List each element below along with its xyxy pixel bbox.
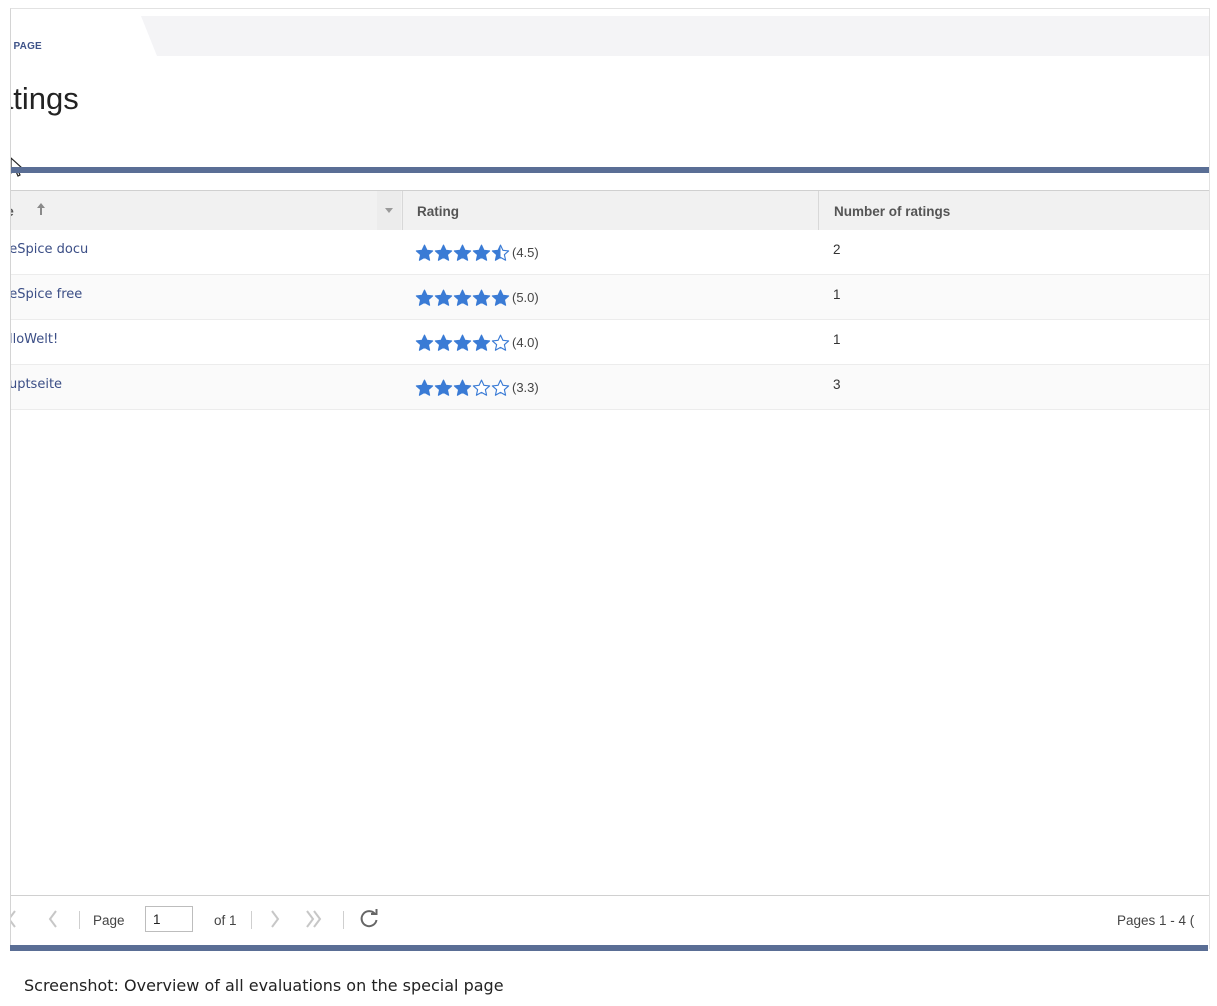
rating-cell: (5.0)	[415, 289, 539, 306]
table-row[interactable]: ueSpice docu (4.5) 2	[11, 230, 1209, 275]
grid-body: ueSpice docu (4.5) 2 ueSpice free (5.0) …	[11, 230, 1209, 410]
rating-cell: (3.3)	[415, 379, 539, 396]
star-empty-icon	[491, 379, 510, 396]
rating-count: 2	[833, 242, 841, 257]
screenshot-caption: Screenshot: Overview of all evaluations …	[24, 976, 504, 995]
star-full-icon	[472, 244, 491, 261]
tab-special-page[interactable]: AL PAGE	[11, 16, 157, 56]
table-row[interactable]: ueSpice free (5.0) 1	[11, 275, 1209, 320]
column-header-title-label: tle	[11, 204, 14, 219]
last-page-button[interactable]	[303, 908, 325, 930]
page-link[interactable]: alloWelt!	[11, 332, 58, 347]
toolbar-separator	[79, 911, 80, 929]
column-header-rating-label: Rating	[417, 204, 459, 219]
page-label: Page	[93, 913, 125, 928]
previous-page-button[interactable]	[45, 908, 61, 930]
page-count-label: of 1	[214, 913, 237, 928]
star-full-icon	[415, 289, 434, 306]
star-full-icon	[453, 334, 472, 351]
star-full-icon	[434, 379, 453, 396]
column-header-title[interactable]: tle	[11, 191, 403, 231]
page-link[interactable]: ueSpice docu	[11, 242, 88, 257]
page-title: atings	[11, 81, 79, 116]
star-rating	[415, 289, 510, 306]
rating-count: 1	[833, 287, 841, 302]
star-rating	[415, 244, 510, 261]
page-link[interactable]: auptseite	[11, 377, 62, 392]
sort-ascending-icon	[37, 203, 45, 215]
column-header-count-label: Number of ratings	[834, 204, 951, 219]
last-page-icon	[306, 910, 322, 928]
rating-value: (4.5)	[512, 245, 539, 260]
accent-bar	[11, 167, 1209, 173]
star-full-icon	[472, 334, 491, 351]
rating-cell: (4.5)	[415, 244, 539, 261]
star-full-icon	[453, 289, 472, 306]
refresh-button[interactable]	[358, 908, 380, 930]
grid-header: tle Rating Number of ratings	[11, 190, 1209, 232]
star-rating	[415, 334, 510, 351]
star-full-icon	[453, 379, 472, 396]
star-full-icon	[415, 379, 434, 396]
page-link[interactable]: ueSpice free	[11, 287, 82, 302]
star-full-icon	[434, 244, 453, 261]
table-row[interactable]: auptseite (3.3) 3	[11, 365, 1209, 410]
star-full-icon	[415, 334, 434, 351]
paging-toolbar: Page of 1 Pages 1 - 4 (	[11, 895, 1209, 944]
star-half-icon	[491, 244, 510, 261]
star-empty-icon	[491, 334, 510, 351]
chevron-down-icon	[385, 208, 393, 213]
previous-page-icon	[48, 910, 57, 928]
star-empty-icon	[472, 379, 491, 396]
column-header-count[interactable]: Number of ratings	[819, 191, 1209, 231]
star-full-icon	[434, 334, 453, 351]
next-page-button[interactable]	[267, 908, 283, 930]
page-number-input[interactable]	[145, 906, 193, 932]
rating-value: (4.0)	[512, 335, 539, 350]
rating-cell: (4.0)	[415, 334, 539, 351]
rating-value: (3.3)	[512, 380, 539, 395]
first-page-button[interactable]	[11, 908, 21, 930]
toolbar-separator	[251, 911, 252, 929]
column-header-rating[interactable]: Rating	[402, 191, 819, 231]
rating-count: 3	[833, 377, 841, 392]
star-full-icon	[472, 289, 491, 306]
star-full-icon	[491, 289, 510, 306]
rating-value: (5.0)	[512, 290, 539, 305]
star-full-icon	[415, 244, 434, 261]
table-row[interactable]: alloWelt! (4.0) 1	[11, 320, 1209, 365]
star-full-icon	[453, 244, 472, 261]
toolbar-separator	[343, 911, 344, 929]
star-full-icon	[434, 289, 453, 306]
column-menu-trigger[interactable]	[377, 191, 401, 231]
rating-count: 1	[833, 332, 841, 347]
tab-bar: AL PAGE	[11, 16, 1209, 56]
first-page-icon	[11, 910, 16, 928]
accent-bar-bottom	[10, 945, 1208, 951]
next-page-icon	[271, 910, 280, 928]
tab-label: AL PAGE	[11, 41, 42, 52]
star-rating	[415, 379, 510, 396]
paging-display-info: Pages 1 - 4 (	[1117, 913, 1195, 928]
application-window: AL PAGE atings tle Rating Number of rati…	[10, 8, 1210, 949]
refresh-icon	[360, 909, 378, 928]
